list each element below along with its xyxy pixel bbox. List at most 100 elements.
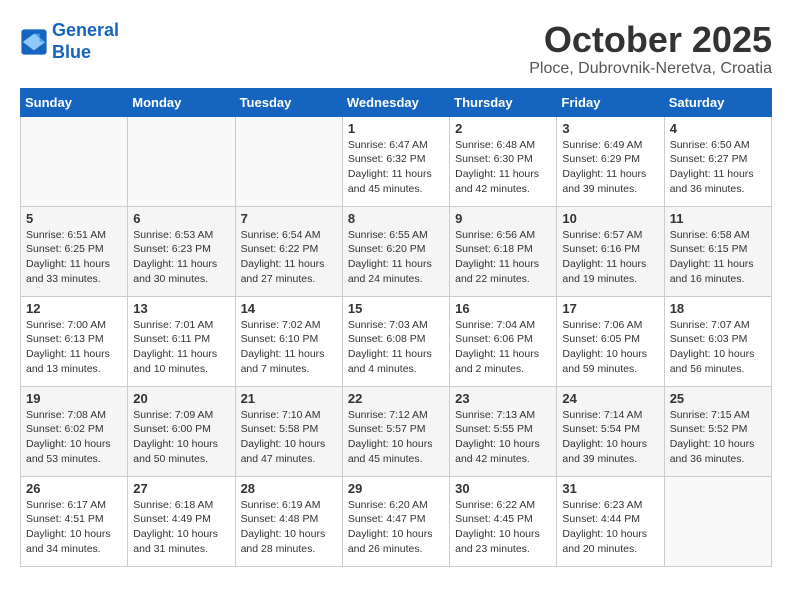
calendar-header-row: SundayMondayTuesdayWednesdayThursdayFrid… bbox=[21, 88, 772, 116]
day-number: 16 bbox=[455, 301, 551, 316]
week-row-1: 1 Sunrise: 6:47 AMSunset: 6:32 PMDaylight… bbox=[21, 116, 772, 206]
day-cell: 14 Sunrise: 7:02 AMSunset: 6:10 PMDayligh… bbox=[235, 296, 342, 386]
day-info: Sunrise: 7:09 AMSunset: 6:00 PMDaylight:… bbox=[133, 408, 229, 467]
day-info: Sunrise: 6:58 AMSunset: 6:15 PMDaylight:… bbox=[670, 228, 766, 287]
day-info: Sunrise: 7:08 AMSunset: 6:02 PMDaylight:… bbox=[26, 408, 122, 467]
day-number: 13 bbox=[133, 301, 229, 316]
day-cell: 10Sunrise: 6:57 AMSunset: 6:16 PMDayligh… bbox=[557, 206, 664, 296]
day-cell: 7 Sunrise: 6:54 AMSunset: 6:22 PMDaylight… bbox=[235, 206, 342, 296]
day-cell bbox=[235, 116, 342, 206]
day-info: Sunrise: 7:06 AMSunset: 6:05 PMDaylight:… bbox=[562, 318, 658, 377]
day-cell: 22Sunrise: 7:12 AMSunset: 5:57 PMDayligh… bbox=[342, 386, 449, 476]
day-number: 18 bbox=[670, 301, 766, 316]
day-number: 21 bbox=[241, 391, 337, 406]
day-number: 19 bbox=[26, 391, 122, 406]
day-info: Sunrise: 6:48 AMSunset: 6:30 PMDaylight:… bbox=[455, 138, 551, 197]
day-number: 11 bbox=[670, 211, 766, 226]
day-info: Sunrise: 6:18 AMSunset: 4:49 PMDaylight:… bbox=[133, 498, 229, 557]
title-block: October 2025 Ploce, Dubrovnik-Neretva, C… bbox=[529, 20, 772, 78]
day-number: 7 bbox=[241, 211, 337, 226]
day-info: Sunrise: 6:54 AMSunset: 6:22 PMDaylight:… bbox=[241, 228, 337, 287]
day-cell: 25Sunrise: 7:15 AMSunset: 5:52 PMDayligh… bbox=[664, 386, 771, 476]
logo-line2: Blue bbox=[52, 42, 91, 62]
day-number: 2 bbox=[455, 121, 551, 136]
day-info: Sunrise: 6:47 AMSunset: 6:32 PMDaylight:… bbox=[348, 138, 444, 197]
day-cell: 13 Sunrise: 7:01 AMSunset: 6:11 PMDayligh… bbox=[128, 296, 235, 386]
day-header-saturday: Saturday bbox=[664, 88, 771, 116]
day-number: 31 bbox=[562, 481, 658, 496]
logo-icon bbox=[20, 28, 48, 56]
logo-line1: General bbox=[52, 20, 119, 40]
day-number: 4 bbox=[670, 121, 766, 136]
day-number: 26 bbox=[26, 481, 122, 496]
day-info: Sunrise: 7:02 AMSunset: 6:10 PMDaylight:… bbox=[241, 318, 337, 377]
calendar-title: October 2025 bbox=[529, 20, 772, 60]
day-number: 6 bbox=[133, 211, 229, 226]
day-info: Sunrise: 6:22 AMSunset: 4:45 PMDaylight:… bbox=[455, 498, 551, 557]
page-header: General Blue October 2025 Ploce, Dubrovn… bbox=[20, 20, 772, 78]
logo: General Blue bbox=[20, 20, 119, 63]
day-info: Sunrise: 7:14 AMSunset: 5:54 PMDaylight:… bbox=[562, 408, 658, 467]
day-cell: 24 Sunrise: 7:14 AMSunset: 5:54 PMDayligh… bbox=[557, 386, 664, 476]
day-info: Sunrise: 7:03 AMSunset: 6:08 PMDaylight:… bbox=[348, 318, 444, 377]
day-info: Sunrise: 6:20 AMSunset: 4:47 PMDaylight:… bbox=[348, 498, 444, 557]
day-number: 25 bbox=[670, 391, 766, 406]
week-row-2: 5Sunrise: 6:51 AMSunset: 6:25 PMDaylight… bbox=[21, 206, 772, 296]
day-header-friday: Friday bbox=[557, 88, 664, 116]
day-cell: 18Sunrise: 7:07 AMSunset: 6:03 PMDayligh… bbox=[664, 296, 771, 386]
day-cell: 29Sunrise: 6:20 AMSunset: 4:47 PMDayligh… bbox=[342, 476, 449, 566]
day-number: 17 bbox=[562, 301, 658, 316]
day-info: Sunrise: 6:49 AMSunset: 6:29 PMDaylight:… bbox=[562, 138, 658, 197]
day-number: 20 bbox=[133, 391, 229, 406]
calendar-body: 1 Sunrise: 6:47 AMSunset: 6:32 PMDaylight… bbox=[21, 116, 772, 566]
day-header-sunday: Sunday bbox=[21, 88, 128, 116]
day-number: 23 bbox=[455, 391, 551, 406]
day-cell: 5Sunrise: 6:51 AMSunset: 6:25 PMDaylight… bbox=[21, 206, 128, 296]
day-cell: 8 Sunrise: 6:55 AMSunset: 6:20 PMDaylight… bbox=[342, 206, 449, 296]
day-header-wednesday: Wednesday bbox=[342, 88, 449, 116]
week-row-4: 19 Sunrise: 7:08 AMSunset: 6:02 PMDayligh… bbox=[21, 386, 772, 476]
day-number: 24 bbox=[562, 391, 658, 406]
day-info: Sunrise: 6:19 AMSunset: 4:48 PMDaylight:… bbox=[241, 498, 337, 557]
day-header-monday: Monday bbox=[128, 88, 235, 116]
day-cell: 4 Sunrise: 6:50 AMSunset: 6:27 PMDaylight… bbox=[664, 116, 771, 206]
logo-text: General Blue bbox=[52, 20, 119, 63]
day-cell: 17 Sunrise: 7:06 AMSunset: 6:05 PMDayligh… bbox=[557, 296, 664, 386]
day-header-thursday: Thursday bbox=[450, 88, 557, 116]
day-cell bbox=[664, 476, 771, 566]
day-info: Sunrise: 6:55 AMSunset: 6:20 PMDaylight:… bbox=[348, 228, 444, 287]
day-cell: 20 Sunrise: 7:09 AMSunset: 6:00 PMDayligh… bbox=[128, 386, 235, 476]
day-cell: 21 Sunrise: 7:10 AMSunset: 5:58 PMDayligh… bbox=[235, 386, 342, 476]
day-number: 14 bbox=[241, 301, 337, 316]
day-info: Sunrise: 7:01 AMSunset: 6:11 PMDaylight:… bbox=[133, 318, 229, 377]
day-number: 27 bbox=[133, 481, 229, 496]
day-cell bbox=[21, 116, 128, 206]
day-cell: 30 Sunrise: 6:22 AMSunset: 4:45 PMDayligh… bbox=[450, 476, 557, 566]
day-number: 15 bbox=[348, 301, 444, 316]
day-cell: 23 Sunrise: 7:13 AMSunset: 5:55 PMDayligh… bbox=[450, 386, 557, 476]
day-cell: 6 Sunrise: 6:53 AMSunset: 6:23 PMDaylight… bbox=[128, 206, 235, 296]
day-cell: 28 Sunrise: 6:19 AMSunset: 4:48 PMDayligh… bbox=[235, 476, 342, 566]
day-info: Sunrise: 6:53 AMSunset: 6:23 PMDaylight:… bbox=[133, 228, 229, 287]
day-cell: 1 Sunrise: 6:47 AMSunset: 6:32 PMDaylight… bbox=[342, 116, 449, 206]
day-number: 8 bbox=[348, 211, 444, 226]
day-number: 28 bbox=[241, 481, 337, 496]
day-cell: 12Sunrise: 7:00 AMSunset: 6:13 PMDayligh… bbox=[21, 296, 128, 386]
day-cell bbox=[128, 116, 235, 206]
day-number: 3 bbox=[562, 121, 658, 136]
day-info: Sunrise: 6:50 AMSunset: 6:27 PMDaylight:… bbox=[670, 138, 766, 197]
day-number: 9 bbox=[455, 211, 551, 226]
day-cell: 3 Sunrise: 6:49 AMSunset: 6:29 PMDaylight… bbox=[557, 116, 664, 206]
day-number: 30 bbox=[455, 481, 551, 496]
day-number: 22 bbox=[348, 391, 444, 406]
day-info: Sunrise: 6:23 AMSunset: 4:44 PMDaylight:… bbox=[562, 498, 658, 557]
day-cell: 2 Sunrise: 6:48 AMSunset: 6:30 PMDaylight… bbox=[450, 116, 557, 206]
day-info: Sunrise: 7:13 AMSunset: 5:55 PMDaylight:… bbox=[455, 408, 551, 467]
day-cell: 16Sunrise: 7:04 AMSunset: 6:06 PMDayligh… bbox=[450, 296, 557, 386]
day-info: Sunrise: 6:56 AMSunset: 6:18 PMDaylight:… bbox=[455, 228, 551, 287]
day-info: Sunrise: 6:51 AMSunset: 6:25 PMDaylight:… bbox=[26, 228, 122, 287]
day-number: 1 bbox=[348, 121, 444, 136]
day-info: Sunrise: 7:00 AMSunset: 6:13 PMDaylight:… bbox=[26, 318, 122, 377]
day-info: Sunrise: 7:10 AMSunset: 5:58 PMDaylight:… bbox=[241, 408, 337, 467]
day-number: 10 bbox=[562, 211, 658, 226]
